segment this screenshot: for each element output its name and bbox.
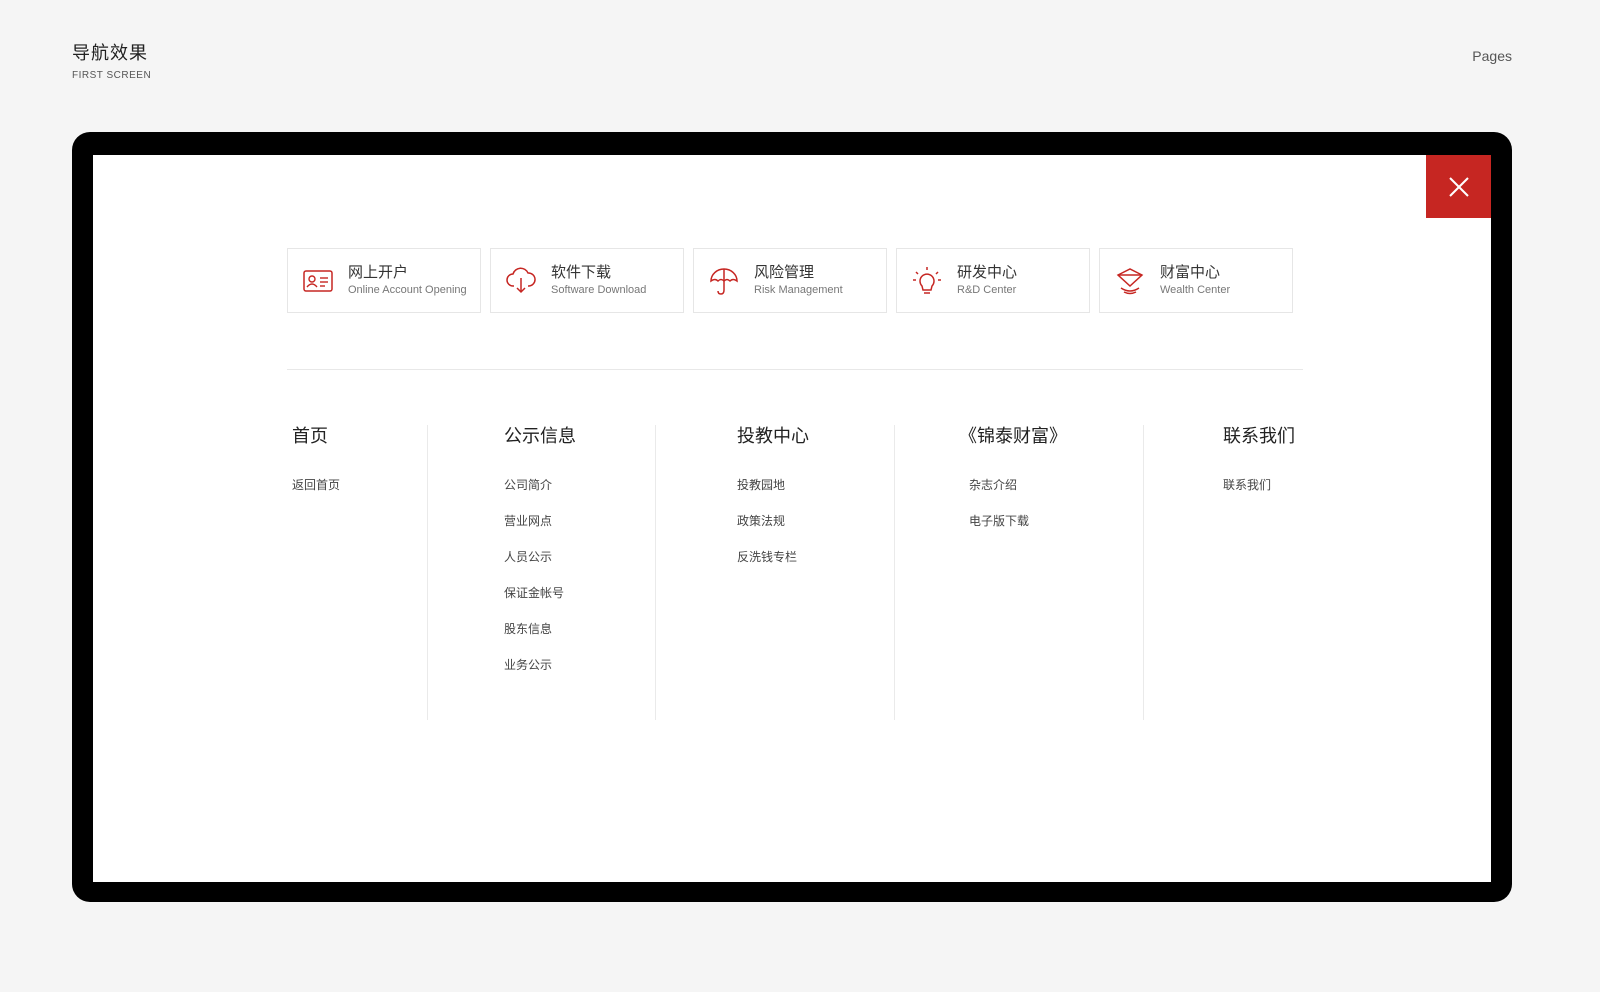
- nav-col-home: 首页 返回首页: [292, 425, 340, 513]
- quick-link-title: 研发中心: [957, 263, 1018, 281]
- umbrella-icon: [708, 265, 740, 297]
- divider: [287, 369, 1303, 370]
- id-card-icon: [302, 265, 334, 297]
- nav-link[interactable]: 反洗钱专栏: [737, 549, 809, 565]
- quick-link-title: 财富中心: [1160, 263, 1221, 281]
- column-separator: [894, 425, 895, 720]
- diamond-icon: [1114, 265, 1146, 297]
- nav-link[interactable]: 保证金帐号: [504, 585, 576, 601]
- column-separator: [655, 425, 656, 720]
- nav-col-public-info: 公示信息 公司简介 营业网点 人员公示 保证金帐号 股东信息 业务公示: [504, 425, 576, 693]
- nav-col-title[interactable]: 《锦泰财富》: [959, 425, 1067, 449]
- nav-columns: 首页 返回首页 公示信息 公司简介 营业网点 人员公示 保证金帐号 股东信息 业…: [93, 425, 1491, 735]
- nav-link[interactable]: 杂志介绍: [959, 477, 1067, 493]
- nav-col-magazine: 《锦泰财富》 杂志介绍 电子版下载: [959, 425, 1067, 549]
- nav-col-contact: 联系我们 联系我们: [1223, 425, 1295, 513]
- nav-link[interactable]: 投教园地: [737, 477, 809, 493]
- quick-link-software-download[interactable]: 软件下载 Software Download: [490, 248, 684, 313]
- quick-link-title: 网上开户: [348, 263, 409, 281]
- nav-col-title[interactable]: 投教中心: [737, 425, 809, 449]
- nav-link[interactable]: 联系我们: [1223, 477, 1295, 493]
- navigation-overlay: 网上开户 Online Account Opening 软件下载 Softwar…: [93, 155, 1491, 882]
- nav-col-title[interactable]: 首页: [292, 425, 340, 449]
- quick-link-rd-center[interactable]: 研发中心 R&D Center: [896, 248, 1090, 313]
- page-subtitle: FIRST SCREEN: [72, 70, 152, 81]
- nav-link[interactable]: 人员公示: [504, 549, 576, 565]
- nav-link[interactable]: 业务公示: [504, 657, 576, 673]
- nav-link[interactable]: 营业网点: [504, 513, 576, 529]
- pages-link[interactable]: Pages: [1472, 48, 1512, 64]
- close-icon: [1448, 176, 1469, 197]
- nav-link[interactable]: 返回首页: [292, 477, 340, 493]
- quick-link-subtitle: Wealth Center: [1160, 284, 1231, 296]
- nav-link[interactable]: 政策法规: [737, 513, 809, 529]
- nav-col-title[interactable]: 联系我们: [1223, 425, 1295, 449]
- quick-link-subtitle: Software Download: [551, 284, 647, 296]
- quick-link-subtitle: Online Account Opening: [348, 284, 467, 296]
- quick-link-title: 软件下载: [551, 263, 612, 281]
- quick-link-risk-management[interactable]: 风险管理 Risk Management: [693, 248, 887, 313]
- nav-col-investor-education: 投教中心 投教园地 政策法规 反洗钱专栏: [737, 425, 809, 585]
- column-separator: [427, 425, 428, 720]
- device-frame: 网上开户 Online Account Opening 软件下载 Softwar…: [72, 132, 1512, 902]
- quick-link-subtitle: Risk Management: [754, 284, 843, 296]
- quick-link-subtitle: R&D Center: [957, 284, 1017, 296]
- page-title: 导航效果: [72, 43, 148, 64]
- nav-link[interactable]: 公司简介: [504, 477, 576, 493]
- cloud-download-icon: [505, 265, 537, 297]
- column-separator: [1143, 425, 1144, 720]
- nav-link[interactable]: 电子版下载: [959, 513, 1067, 529]
- nav-col-title[interactable]: 公示信息: [504, 425, 576, 449]
- lightbulb-icon: [911, 265, 943, 297]
- page-header: 导航效果 FIRST SCREEN: [72, 42, 151, 81]
- quick-link-wealth-center[interactable]: 财富中心 Wealth Center: [1099, 248, 1293, 313]
- quick-links: 网上开户 Online Account Opening 软件下载 Softwar…: [287, 248, 1293, 313]
- quick-link-account-opening[interactable]: 网上开户 Online Account Opening: [287, 248, 481, 313]
- quick-link-title: 风险管理: [754, 263, 815, 281]
- nav-link[interactable]: 股东信息: [504, 621, 576, 637]
- close-button[interactable]: [1426, 155, 1491, 218]
